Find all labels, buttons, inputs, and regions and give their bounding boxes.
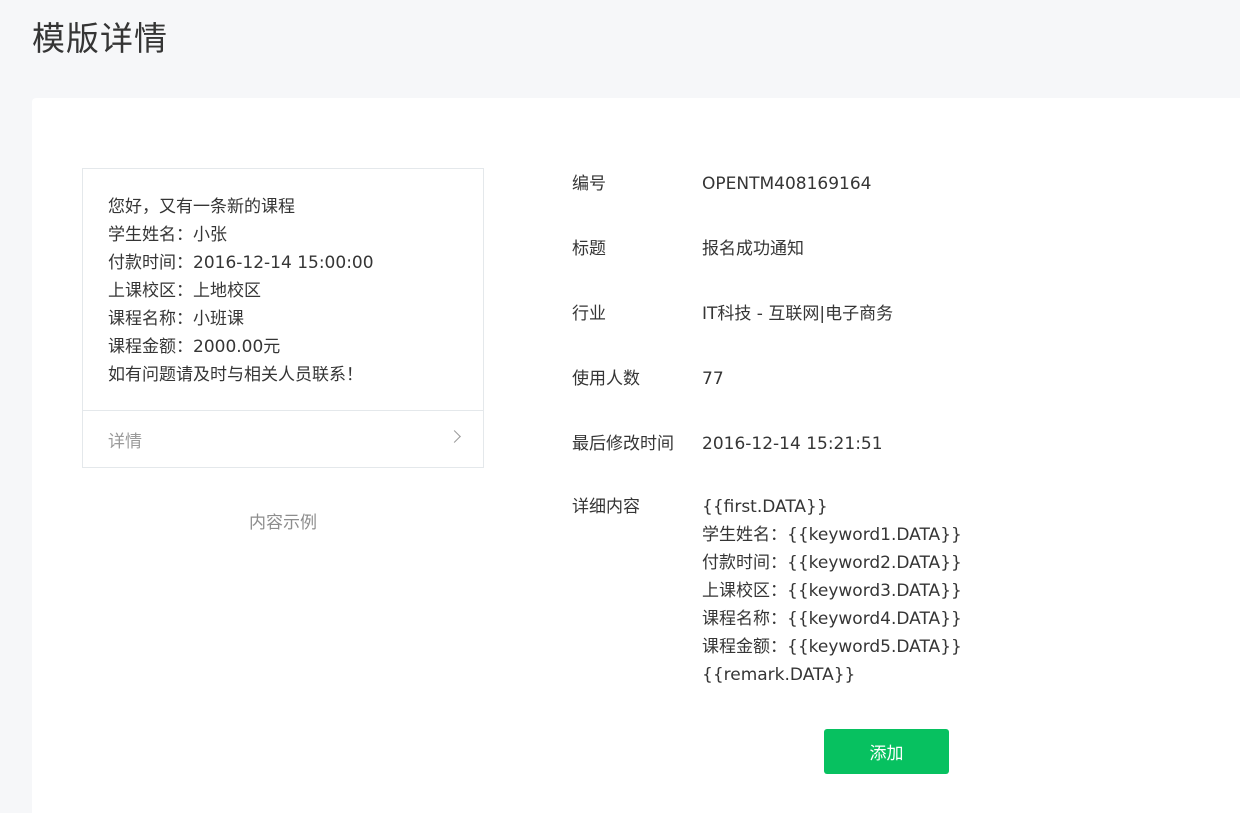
preview-line: 上课校区：上地校区: [108, 281, 261, 301]
modified-label: 最后修改时间: [572, 434, 674, 454]
industry-label: 行业: [572, 304, 606, 324]
id-value: OPENTM408169164: [702, 174, 872, 194]
detail-line: 学生姓名：{{keyword1.DATA}}: [702, 525, 962, 545]
preview-caption: 内容示例: [249, 513, 317, 533]
preview-line: 如有问题请及时与相关人员联系！: [108, 365, 363, 385]
detail-line: {{first.DATA}}: [702, 497, 828, 517]
preview-line: 付款时间：2016-12-14 15:00:00: [108, 253, 374, 273]
info-row-industry: 行业 IT科技 - 互联网|电子商务: [572, 298, 1192, 363]
industry-value: IT科技 - 互联网|电子商务: [702, 304, 894, 324]
detail-line: 上课校区：{{keyword3.DATA}}: [702, 581, 962, 601]
info-row-id: 编号 OPENTM408169164: [572, 168, 1192, 233]
title-label: 标题: [572, 239, 606, 259]
preview-line: 您好，又有一条新的课程: [108, 197, 295, 217]
add-button[interactable]: 添加: [824, 729, 949, 774]
info-row-modified: 最后修改时间 2016-12-14 15:21:51: [572, 428, 1192, 493]
template-detail-panel: 您好，又有一条新的课程 学生姓名：小张 付款时间：2016-12-14 15:0…: [32, 98, 1240, 813]
id-label: 编号: [572, 174, 606, 194]
info-row-detail: 详细内容 {{first.DATA}} 学生姓名：{{keyword1.DATA…: [572, 493, 1192, 689]
preview-details-link[interactable]: 详情: [83, 411, 483, 467]
preview-line: 学生姓名：小张: [108, 225, 227, 245]
modified-value: 2016-12-14 15:21:51: [702, 434, 883, 454]
users-label: 使用人数: [572, 369, 640, 389]
detail-line: 付款时间：{{keyword2.DATA}}: [702, 553, 962, 573]
detail-content: {{first.DATA}} 学生姓名：{{keyword1.DATA}} 付款…: [702, 493, 962, 689]
preview-body: 您好，又有一条新的课程 学生姓名：小张 付款时间：2016-12-14 15:0…: [83, 169, 483, 411]
preview-line: 课程金额：2000.00元: [108, 337, 281, 357]
detail-label: 详细内容: [572, 497, 640, 517]
template-info: 编号 OPENTM408169164 标题 报名成功通知 行业 IT科技 - 互…: [572, 168, 1192, 689]
detail-line: {{remark.DATA}}: [702, 665, 856, 685]
info-row-users: 使用人数 77: [572, 363, 1192, 428]
title-value: 报名成功通知: [702, 239, 804, 259]
users-value: 77: [702, 369, 724, 389]
message-preview-card: 您好，又有一条新的课程 学生姓名：小张 付款时间：2016-12-14 15:0…: [82, 168, 484, 468]
detail-line: 课程金额：{{keyword5.DATA}}: [702, 637, 962, 657]
detail-line: 课程名称：{{keyword4.DATA}}: [702, 609, 962, 629]
preview-details-label: 详情: [108, 431, 142, 452]
info-row-title: 标题 报名成功通知: [572, 233, 1192, 298]
chevron-right-icon: [448, 430, 461, 443]
page-title: 模版详情: [32, 19, 168, 58]
preview-line: 课程名称：小班课: [108, 309, 244, 329]
